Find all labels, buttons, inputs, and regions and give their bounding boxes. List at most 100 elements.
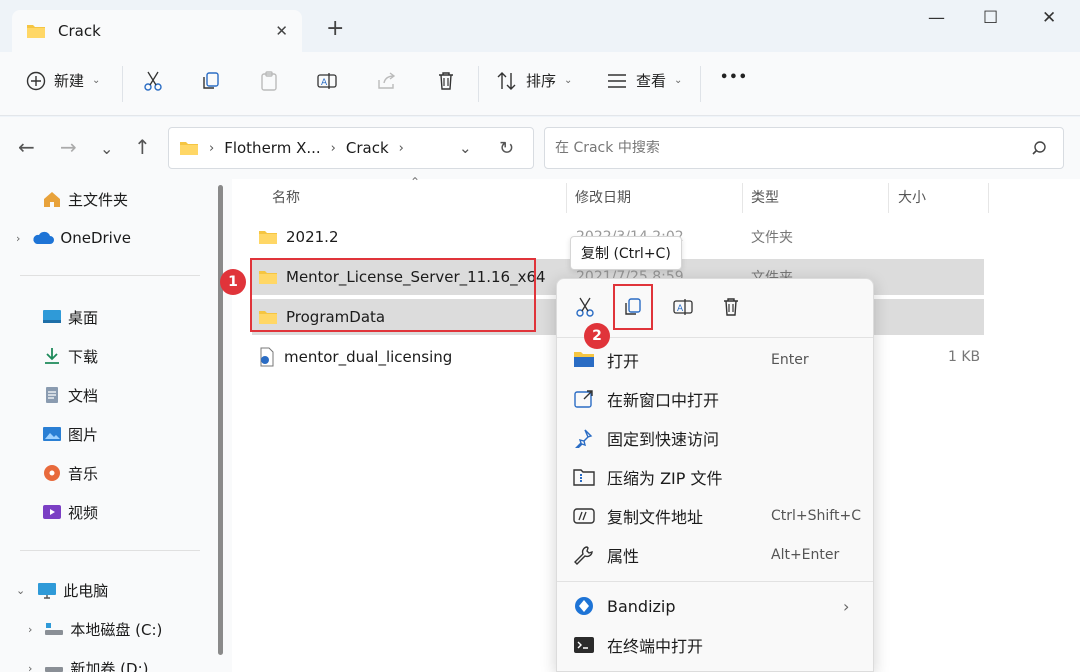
context-rename-button[interactable]: A (669, 293, 697, 321)
terminal-icon (574, 637, 594, 653)
picture-icon (43, 427, 61, 441)
context-item-open-new-window[interactable]: 在新窗口中打开 (557, 380, 873, 418)
column-header-modified[interactable]: 修改日期 (575, 187, 631, 207)
rename-icon: A (317, 73, 337, 89)
new-label: 新建 (54, 72, 85, 90)
highlight-box-copy (613, 284, 653, 330)
breadcrumb-chevron-icon: › (330, 140, 336, 156)
copy-tooltip: 复制 (Ctrl+C) (570, 236, 682, 270)
recent-locations-chevron-icon[interactable]: ⌄ (100, 139, 113, 158)
sidebar-item-videos[interactable]: 视频 📌 (42, 494, 256, 530)
close-button[interactable]: ✕ (1042, 8, 1056, 28)
search-input[interactable] (555, 140, 1005, 156)
maximize-button[interactable]: ☐ (983, 8, 998, 28)
sort-button[interactable]: 排序 ⌄ (496, 70, 572, 91)
highlight-box-selection (250, 258, 536, 332)
desktop-icon (43, 310, 61, 323)
rename-button[interactable]: A (316, 70, 338, 92)
sidebar-item-this-pc[interactable]: ⌄ 此电脑 (16, 572, 230, 608)
expand-chevron-icon[interactable]: › (28, 623, 32, 636)
sidebar-item-desktop[interactable]: 桌面 📌 (42, 299, 256, 335)
sidebar-divider (20, 550, 200, 551)
sidebar-item-drive-d[interactable]: › 新加卷 (D:) (28, 650, 242, 672)
delete-button[interactable] (435, 70, 457, 92)
sort-icon (497, 71, 516, 90)
scissors-icon (576, 297, 594, 317)
new-button[interactable]: 新建 ⌄ (26, 70, 100, 91)
bandizip-icon (575, 597, 593, 615)
context-cut-button[interactable] (571, 293, 599, 321)
folder-open-icon (574, 352, 594, 367)
context-item-copy-path[interactable]: 复制文件地址 Ctrl+Shift+C (557, 497, 873, 535)
context-item-properties[interactable]: 属性 Alt+Enter (557, 536, 873, 574)
column-divider[interactable] (988, 183, 989, 213)
expand-chevron-icon[interactable]: › (16, 232, 20, 245)
share-button[interactable] (376, 70, 398, 92)
folder-icon (259, 231, 277, 244)
expand-chevron-icon[interactable]: › (28, 662, 32, 672)
column-header-name[interactable]: 名称 (272, 187, 300, 207)
sidebar-item-downloads[interactable]: 下载 📌 (42, 338, 256, 374)
sidebar-divider (20, 275, 200, 276)
address-bar[interactable]: › Flotherm X... › Crack › ⌄ ↻ (168, 127, 534, 169)
cut-button[interactable] (142, 70, 164, 92)
context-delete-button[interactable] (717, 293, 745, 321)
script-file-icon (260, 347, 274, 367)
collapse-chevron-icon[interactable]: ⌄ (16, 584, 25, 597)
new-window-icon (574, 390, 593, 408)
copy-icon (203, 72, 219, 89)
new-tab-button[interactable]: + (326, 18, 344, 40)
minimize-button[interactable]: — (928, 8, 945, 28)
column-divider[interactable] (566, 183, 567, 213)
back-arrow-icon[interactable]: ← (18, 135, 35, 159)
toolbar-divider (122, 66, 123, 102)
tab-crack[interactable]: Crack ✕ (12, 10, 302, 52)
svg-text:A: A (321, 78, 328, 88)
chevron-down-icon: ⌄ (564, 75, 573, 86)
video-icon (43, 505, 61, 519)
context-item-open-terminal[interactable]: 在终端中打开 (557, 626, 873, 664)
breadcrumb-chevron-icon: › (398, 140, 404, 156)
search-icon[interactable] (1031, 140, 1047, 156)
chevron-down-icon: ⌄ (674, 75, 683, 86)
sidebar-item-onedrive[interactable]: › OneDrive (16, 220, 230, 256)
sidebar-item-music[interactable]: 音乐 📌 (42, 455, 256, 491)
toolbar-divider (700, 66, 701, 102)
step-badge-2: 2 (584, 323, 610, 349)
plus-circle-icon (26, 71, 46, 90)
paste-button[interactable] (258, 70, 280, 92)
context-item-zip[interactable]: 压缩为 ZIP 文件 (557, 458, 873, 496)
copy-button[interactable] (200, 70, 222, 92)
drive-icon (45, 667, 64, 672)
column-divider[interactable] (888, 183, 889, 213)
sidebar-item-drive-c[interactable]: › 本地磁盘 (C:) (28, 611, 242, 647)
zip-icon (573, 469, 595, 486)
context-item-pin-quick-access[interactable]: 固定到快速访问 (557, 419, 873, 457)
breadcrumb-flotherm[interactable]: Flotherm X... (224, 139, 320, 157)
navigation-bar: ← → ⌄ ↑ › Flotherm X... › Crack › ⌄ ↻ (0, 117, 1080, 179)
up-arrow-icon[interactable]: ↑ (134, 135, 151, 159)
sidebar-item-pictures[interactable]: 图片 📌 (42, 416, 256, 452)
sidebar-item-documents[interactable]: 文档 📌 (42, 377, 256, 413)
column-divider[interactable] (742, 183, 743, 213)
sidebar-scrollbar[interactable] (218, 185, 223, 655)
trash-icon (724, 298, 738, 316)
column-header-type[interactable]: 类型 (751, 187, 779, 207)
breadcrumb-crack[interactable]: Crack (346, 139, 389, 157)
scissors-icon (144, 71, 162, 91)
context-item-bandizip[interactable]: Bandizip › (557, 587, 873, 625)
more-options-button[interactable]: ••• (720, 70, 748, 85)
sort-label: 排序 (526, 72, 557, 90)
column-header-size[interactable]: 大小 (898, 187, 926, 207)
context-divider (557, 581, 873, 582)
refresh-icon[interactable]: ↻ (499, 138, 514, 159)
tab-close-icon[interactable]: ✕ (275, 22, 288, 40)
forward-arrow-icon[interactable]: → (60, 135, 77, 159)
address-dropdown-icon[interactable]: ⌄ (459, 139, 472, 157)
step-badge-1: 1 (220, 269, 246, 295)
submenu-chevron-icon: › (843, 596, 850, 616)
search-box[interactable] (544, 127, 1064, 169)
wrench-icon (574, 546, 593, 565)
view-button[interactable]: 查看 ⌄ (606, 70, 682, 91)
sidebar-item-home[interactable]: 主文件夹 (42, 181, 256, 217)
